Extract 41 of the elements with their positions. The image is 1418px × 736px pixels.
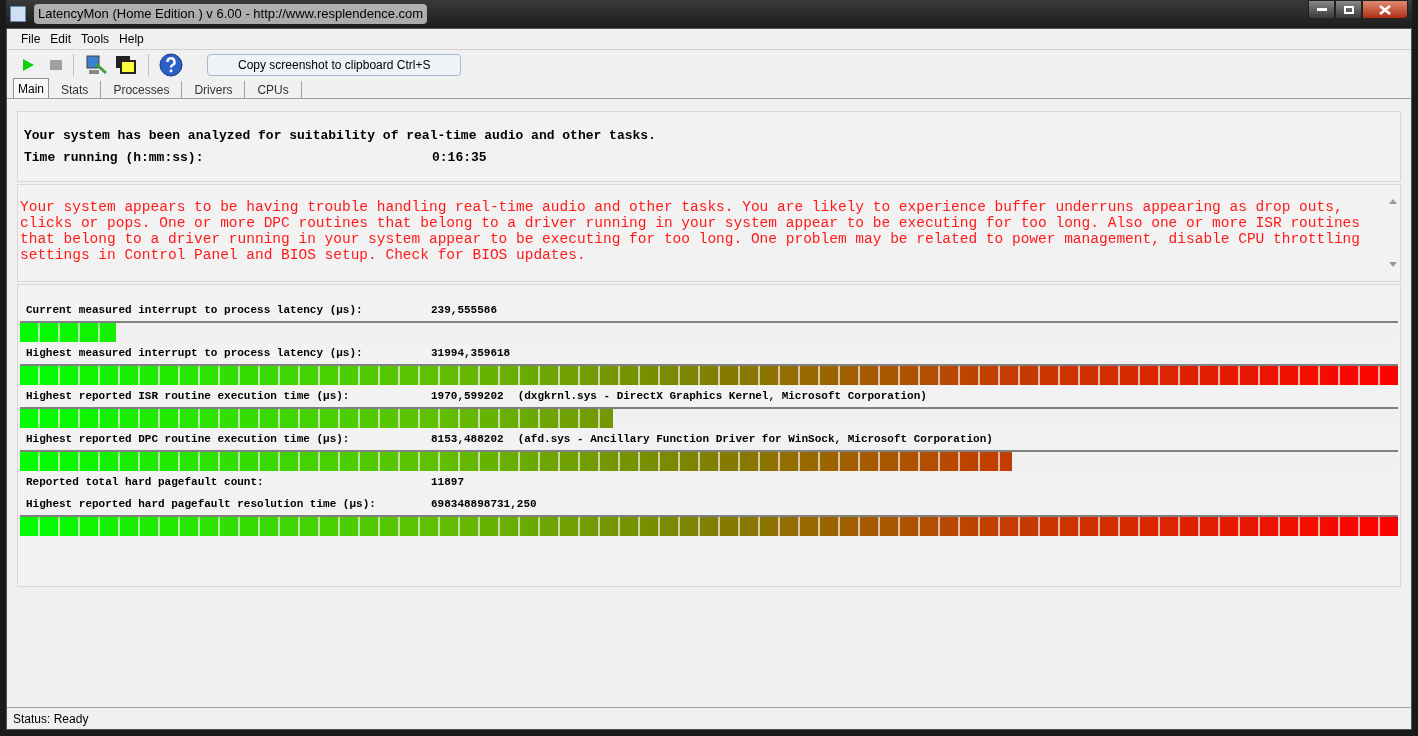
metric-value: 31994,359618 [431, 345, 511, 361]
metric-value: 1970,599202 [431, 388, 504, 404]
summary-message: Your system has been analyzed for suitability of real-time audio and other tasks. [24, 127, 657, 145]
status-text: Status: Ready [13, 710, 89, 728]
close-icon [1379, 4, 1391, 15]
help-icon[interactable] [159, 52, 183, 77]
maximize-button[interactable] [1335, 0, 1362, 19]
tab[interactable]: Stats [49, 81, 102, 98]
tab[interactable]: Drivers [182, 81, 246, 98]
menu-item[interactable]: File [21, 30, 41, 48]
time-value: 0:16:35 [432, 148, 487, 167]
metric-value: 8153,488202 [431, 431, 504, 447]
tooltip: Copy screenshot to clipboard Ctrl+S [207, 54, 462, 76]
scrollbar[interactable] [1386, 199, 1400, 267]
metric-detail: (dxgkrnl.sys - DirectX Graphics Kernel, Microsoft Corporation) [517, 388, 927, 404]
verdict-text: Your system appears to be having trouble handling real-time audio and other tasks. You are likely to experience buffer underruns appearing as drop outs, clicks or pops. One or more DPC routines that belong to a driver running in your system appear to be executing for too long. Also one or more ISR routines that belong to a driver running in your system appear to be executing for too long. One problem may be related to power management, disable CPU throttling settings in Control Panel and BIOS setup. Check for BIOS updates. [20, 199, 1362, 265]
close-button[interactable] [1362, 0, 1408, 19]
time-label: Time running (h:mm:ss): [24, 148, 205, 167]
scroll-down-icon[interactable] [1389, 262, 1397, 267]
menu-item[interactable]: Edit [50, 30, 72, 48]
scroll-up-icon[interactable] [1389, 199, 1397, 204]
screenshot-icon[interactable] [114, 53, 138, 76]
menu-item[interactable]: Tools [81, 30, 110, 48]
window-title: LatencyMon (Home Edition ) v 6.00 - http://www.resplendence.com [34, 4, 428, 24]
metric-value: 239,555586 [431, 302, 497, 318]
metric-value: 698348898731,250 [431, 496, 537, 512]
metric-label: Highest reported DPC routine execution time (µs): [26, 431, 351, 447]
metric-label: Reported total hard pagefault count: [26, 474, 265, 490]
tab[interactable]: CPUs [245, 81, 302, 98]
computer-icon[interactable] [84, 53, 108, 76]
metric-label: Highest reported ISR routine execution time (µs): [26, 388, 351, 404]
minimize-button[interactable] [1308, 0, 1335, 19]
metric-label: Highest measured interrupt to process latency (µs): [26, 345, 364, 361]
tab[interactable]: Processes [101, 81, 183, 98]
metric-label: Highest reported hard pagefault resolution time (µs): [26, 496, 377, 512]
menu-item[interactable]: Help [119, 30, 144, 48]
metric-value: 11897 [431, 474, 464, 490]
tab[interactable]: Main [13, 78, 49, 98]
metric-label: Current measured interrupt to process latency (µs): [26, 302, 364, 318]
app-icon [10, 6, 26, 22]
metric-detail: (afd.sys - Ancillary Function Driver for WinSock, Microsoft Corporation) [517, 431, 993, 447]
